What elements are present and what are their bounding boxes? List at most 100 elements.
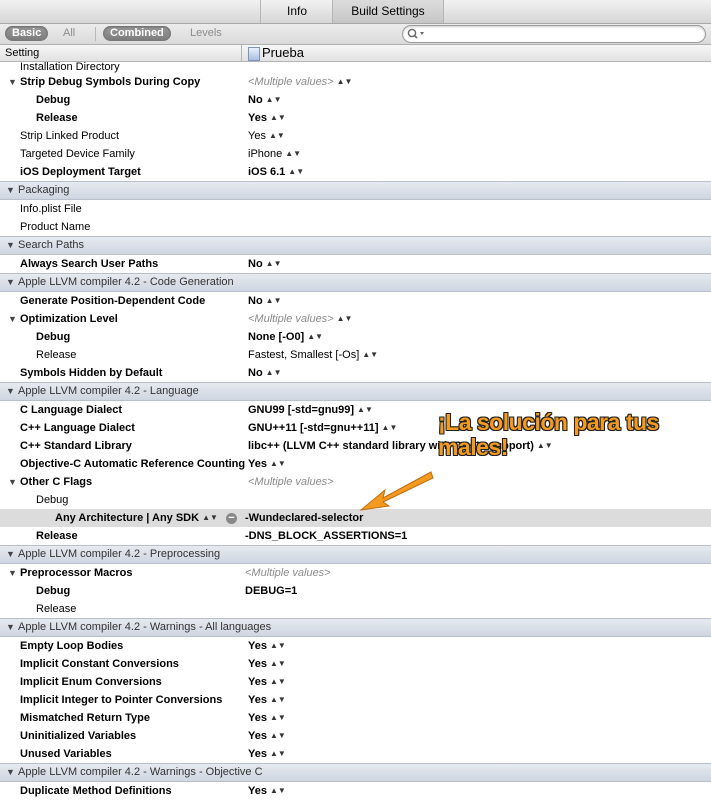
- tab-info[interactable]: Info: [260, 0, 333, 23]
- up-down-stepper-icon[interactable]: ▲▼: [270, 713, 286, 722]
- setting-row-implicit-constant-conversions[interactable]: Implicit Constant Conversions Yes ▲▼: [0, 655, 711, 673]
- setting-row-other-c-flags-release[interactable]: Release -DNS_BLOCK_ASSERTIONS=1: [0, 527, 711, 545]
- setting-value[interactable]: Yes ▲▼: [248, 709, 286, 727]
- setting-row-preprocessor-release[interactable]: Release: [0, 600, 711, 618]
- disclosure-triangle-icon[interactable]: ▼: [8, 473, 17, 491]
- setting-row-optimization-release[interactable]: Release Fastest, Smallest [-Os] ▲▼: [0, 346, 711, 364]
- setting-value[interactable]: GNU++11 [-std=gnu++11] ▲▼: [248, 419, 397, 437]
- setting-row-optimization-level[interactable]: ▼ Optimization Level <Multiple values> ▲▼: [0, 310, 711, 328]
- setting-row-product-name[interactable]: Product Name: [0, 218, 711, 236]
- setting-value[interactable]: DEBUG=1: [245, 582, 297, 600]
- setting-value[interactable]: <Multiple values> ▲▼: [248, 310, 352, 328]
- up-down-stepper-icon[interactable]: ▲▼: [270, 749, 286, 758]
- up-down-stepper-icon[interactable]: ▲▼: [307, 332, 323, 341]
- up-down-stepper-icon[interactable]: ▲▼: [270, 731, 286, 740]
- setting-value[interactable]: No ▲▼: [248, 292, 282, 310]
- up-down-stepper-icon[interactable]: ▲▼: [285, 149, 301, 158]
- section-header-search-paths[interactable]: ▼ Search Paths: [0, 236, 711, 255]
- setting-value[interactable]: <Multiple values>: [245, 564, 331, 582]
- section-header-preprocessing[interactable]: ▼ Apple LLVM compiler 4.2 - Preprocessin…: [0, 545, 711, 564]
- setting-row-duplicate-method-definitions[interactable]: Duplicate Method Definitions Yes ▲▼: [0, 782, 711, 800]
- condition-label[interactable]: Any Architecture | Any SDK ▲▼: [55, 509, 218, 527]
- disclosure-triangle-icon[interactable]: ▼: [8, 73, 17, 91]
- minus-circle-icon[interactable]: −: [226, 513, 237, 524]
- setting-value[interactable]: None [-O0] ▲▼: [248, 328, 323, 346]
- up-down-stepper-icon[interactable]: ▲▼: [357, 405, 373, 414]
- up-down-stepper-icon[interactable]: ▲▼: [337, 77, 353, 86]
- disclosure-triangle-icon[interactable]: ▼: [6, 237, 15, 254]
- setting-value[interactable]: iOS 6.1 ▲▼: [248, 163, 304, 181]
- up-down-stepper-icon[interactable]: ▲▼: [337, 314, 353, 323]
- up-down-stepper-icon[interactable]: ▲▼: [266, 296, 282, 305]
- disclosure-triangle-icon[interactable]: ▼: [6, 546, 15, 563]
- setting-row-generate-position-dependent-code[interactable]: Generate Position-Dependent Code No ▲▼: [0, 292, 711, 310]
- setting-value[interactable]: Yes ▲▼: [248, 655, 286, 673]
- setting-value[interactable]: iPhone ▲▼: [248, 145, 301, 163]
- setting-row-implicit-enum-conversions[interactable]: Implicit Enum Conversions Yes ▲▼: [0, 673, 711, 691]
- setting-row-ios-deployment-target[interactable]: iOS Deployment Target iOS 6.1 ▲▼: [0, 163, 711, 181]
- setting-value[interactable]: Fastest, Smallest [-Os] ▲▼: [248, 346, 378, 364]
- up-down-stepper-icon[interactable]: ▲▼: [270, 677, 286, 686]
- up-down-stepper-icon[interactable]: ▲▼: [270, 641, 286, 650]
- disclosure-triangle-icon[interactable]: ▼: [6, 182, 15, 199]
- setting-value[interactable]: Yes ▲▼: [248, 727, 286, 745]
- setting-row-unused-variables[interactable]: Unused Variables Yes ▲▼: [0, 745, 711, 763]
- section-header-code-generation[interactable]: ▼ Apple LLVM compiler 4.2 - Code Generat…: [0, 273, 711, 292]
- setting-row-targeted-device-family[interactable]: Targeted Device Family iPhone ▲▼: [0, 145, 711, 163]
- setting-value[interactable]: No ▲▼: [248, 91, 282, 109]
- setting-row-uninitialized-variables[interactable]: Uninitialized Variables Yes ▲▼: [0, 727, 711, 745]
- up-down-stepper-icon[interactable]: ▲▼: [266, 95, 282, 104]
- setting-value[interactable]: No ▲▼: [248, 255, 282, 273]
- setting-value[interactable]: -Wundeclared-selector: [245, 509, 363, 527]
- disclosure-triangle-icon[interactable]: ▼: [6, 383, 15, 400]
- setting-value[interactable]: Yes ▲▼: [248, 455, 286, 473]
- setting-value[interactable]: Yes ▲▼: [248, 637, 286, 655]
- filter-combined-button[interactable]: Combined: [103, 26, 171, 41]
- up-down-stepper-icon[interactable]: ▲▼: [270, 659, 286, 668]
- setting-value[interactable]: Yes ▲▼: [248, 782, 286, 800]
- disclosure-triangle-icon[interactable]: ▼: [6, 619, 15, 636]
- setting-value[interactable]: Yes ▲▼: [248, 745, 286, 763]
- setting-row-strip-debug-release[interactable]: Release Yes ▲▼: [0, 109, 711, 127]
- tab-build-settings[interactable]: Build Settings: [332, 0, 444, 23]
- up-down-stepper-icon[interactable]: ▲▼: [270, 459, 286, 468]
- setting-row-preprocessor-debug[interactable]: Debug DEBUG=1: [0, 582, 711, 600]
- setting-row-mismatched-return-type[interactable]: Mismatched Return Type Yes ▲▼: [0, 709, 711, 727]
- section-header-warnings-all-languages[interactable]: ▼ Apple LLVM compiler 4.2 - Warnings - A…: [0, 618, 711, 637]
- section-header-warnings-objective-c[interactable]: ▼ Apple LLVM compiler 4.2 - Warnings - O…: [0, 763, 711, 782]
- setting-row-preprocessor-macros[interactable]: ▼ Preprocessor Macros <Multiple values>: [0, 564, 711, 582]
- setting-value[interactable]: No ▲▼: [248, 364, 282, 382]
- setting-row-empty-loop-bodies[interactable]: Empty Loop Bodies Yes ▲▼: [0, 637, 711, 655]
- section-header-language[interactable]: ▼ Apple LLVM compiler 4.2 - Language: [0, 382, 711, 401]
- setting-row-symbols-hidden-by-default[interactable]: Symbols Hidden by Default No ▲▼: [0, 364, 711, 382]
- setting-row-optimization-debug[interactable]: Debug None [-O0] ▲▼: [0, 328, 711, 346]
- setting-row-strip-debug-debug[interactable]: Debug No ▲▼: [0, 91, 711, 109]
- up-down-stepper-icon[interactable]: ▲▼: [270, 695, 286, 704]
- up-down-stepper-icon[interactable]: ▲▼: [202, 513, 218, 522]
- filter-basic-button[interactable]: Basic: [5, 26, 49, 41]
- up-down-stepper-icon[interactable]: ▲▼: [270, 113, 286, 122]
- setting-row-strip-debug-symbols[interactable]: ▼ Strip Debug Symbols During Copy <Multi…: [0, 73, 711, 91]
- disclosure-triangle-icon[interactable]: ▼: [6, 274, 15, 291]
- search-field[interactable]: [402, 25, 706, 43]
- setting-value[interactable]: GNU99 [-std=gnu99] ▲▼: [248, 401, 373, 419]
- filter-all-button[interactable]: All: [56, 26, 82, 41]
- up-down-stepper-icon[interactable]: ▲▼: [269, 131, 285, 140]
- setting-row-always-search-user-paths[interactable]: Always Search User Paths No ▲▼: [0, 255, 711, 273]
- setting-row-info-plist[interactable]: Info.plist File: [0, 200, 711, 218]
- setting-value[interactable]: <Multiple values> ▲▼: [248, 73, 352, 91]
- disclosure-triangle-icon[interactable]: ▼: [8, 310, 17, 328]
- disclosure-triangle-icon[interactable]: ▼: [8, 564, 17, 582]
- setting-value[interactable]: Yes ▲▼: [248, 109, 286, 127]
- up-down-stepper-icon[interactable]: ▲▼: [270, 786, 286, 795]
- setting-value[interactable]: <Multiple values>: [248, 473, 334, 491]
- setting-row-strip-linked-product[interactable]: Strip Linked Product Yes ▲▼: [0, 127, 711, 145]
- setting-value[interactable]: Yes ▲▼: [248, 673, 286, 691]
- up-down-stepper-icon[interactable]: ▲▼: [382, 423, 398, 432]
- disclosure-triangle-icon[interactable]: ▼: [6, 764, 15, 781]
- section-header-packaging[interactable]: ▼ Packaging: [0, 181, 711, 200]
- setting-value[interactable]: Yes ▲▼: [248, 127, 285, 145]
- up-down-stepper-icon[interactable]: ▲▼: [266, 259, 282, 268]
- setting-value[interactable]: Yes ▲▼: [248, 691, 286, 709]
- up-down-stepper-icon[interactable]: ▲▼: [362, 350, 378, 359]
